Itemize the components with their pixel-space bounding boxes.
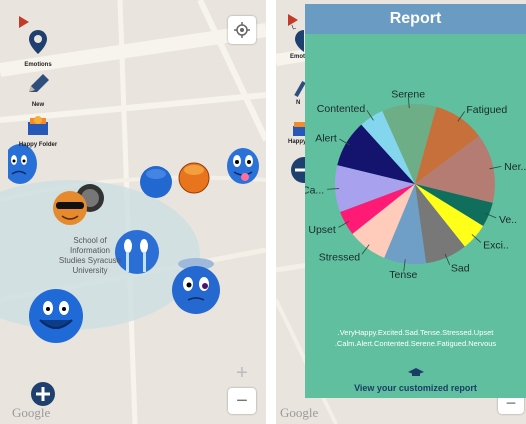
add-circle-icon[interactable] [30, 381, 56, 407]
legend-line-1: .VeryHappy.Excited.Sad.Tense.Stressed.Up… [337, 328, 494, 337]
happy-label-behind: Happy [288, 139, 307, 145]
pie-label-veryhappy: Ve.. [499, 214, 517, 226]
graduation-cap-icon [407, 368, 424, 376]
map-pin-icon [29, 30, 47, 54]
google-logo: Google [12, 405, 51, 420]
view-report-label: View your customized report [354, 383, 477, 393]
cool-emoji-marker[interactable] [50, 180, 106, 232]
pie-label-alert: Alert [315, 132, 337, 144]
zoom-in-button[interactable]: + [228, 360, 256, 386]
injured-emoji-marker[interactable] [168, 254, 224, 318]
emotions-button[interactable]: Emotions [16, 28, 60, 68]
chart-legend: .VeryHappy.Excited.Sad.Tense.Stressed.Up… [305, 327, 526, 349]
report-title: Report [305, 4, 526, 34]
my-location-button[interactable] [228, 16, 256, 44]
excited-emoji-marker[interactable] [174, 160, 214, 196]
pie-label-fatigued: Fatigued [466, 104, 507, 116]
crosshair-icon [234, 22, 250, 38]
google-logo-behind: Google [280, 405, 319, 420]
zoom-in-label: + [236, 361, 248, 384]
happy-folder-button[interactable]: Happy Folder [16, 114, 60, 148]
pie-label-tense: Tense [389, 269, 417, 281]
pie-label-calm: Ca... [305, 184, 324, 196]
left-screen: School of Information Studies Syracuse U… [0, 0, 266, 424]
legend-line-2: .Calm.Alert.Contented.Serene.Fatigued.Ne… [334, 339, 497, 348]
emotions-label: Emotions [24, 62, 52, 68]
place-label: School of Information Studies Syracuse U… [58, 236, 122, 276]
screens-divider [266, 0, 276, 424]
zoom-out-button[interactable]: − [228, 388, 256, 414]
right-screen: L Emoti N Happy − Google Report Fatigued… [276, 0, 526, 424]
place-label-line: Information [69, 246, 111, 255]
folder-icon-behind [293, 122, 306, 136]
place-label-line: University [72, 266, 108, 275]
place-label-line: Studies Syracuse [58, 256, 122, 265]
tongue-emoji-marker[interactable] [225, 146, 265, 190]
happy-emoji-marker[interactable] [26, 286, 86, 344]
happy-folder-label: Happy Folder [18, 142, 58, 148]
view-report-button[interactable]: View your customized report [305, 364, 526, 393]
place-label-line: School of [73, 236, 107, 245]
pie-label-excited: Exci.. [483, 239, 509, 251]
pencil-icon [29, 74, 49, 92]
pie-label-sad: Sad [451, 263, 470, 275]
pie-label-contented: Contented [317, 103, 366, 115]
remove-circle-icon-behind [291, 157, 306, 183]
pie-label-stressed: Stressed [319, 252, 361, 264]
pie-label-serene: Serene [391, 88, 425, 100]
new-button[interactable]: New [16, 72, 60, 108]
pie-label-nervous: Ner.. [504, 161, 526, 173]
pie-label-upset: Upset [308, 224, 336, 236]
report-dialog: Report Fatigued Ner.. Ve.. Exci.. Sad Tense St… [305, 4, 526, 398]
folder-icon [28, 116, 48, 135]
new-label-behind: N [296, 100, 301, 106]
new-label: New [31, 102, 45, 108]
sad-emoji-marker[interactable] [8, 142, 38, 186]
zoom-out-label: − [236, 389, 248, 412]
calm-emoji-marker[interactable] [138, 164, 174, 200]
emotion-pie-chart: Fatigued Ner.. Ve.. Exci.. Sad Tense Stressed U… [305, 88, 526, 281]
